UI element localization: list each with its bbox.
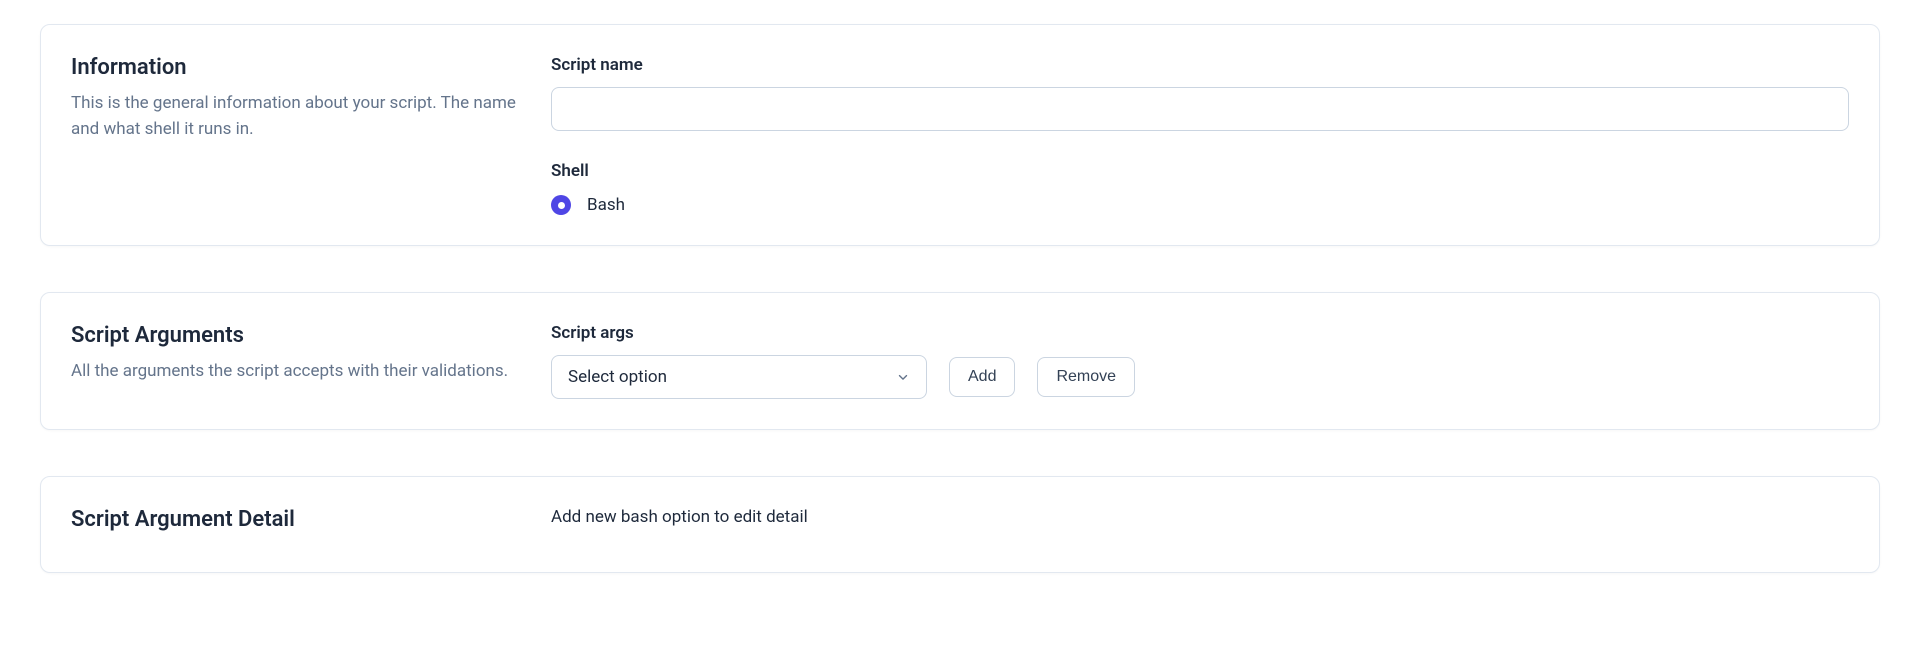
script-argument-detail-right: Add new bash option to edit detail	[551, 507, 1849, 542]
radio-selected-icon	[551, 195, 571, 215]
script-name-input[interactable]	[551, 87, 1849, 131]
information-description: This is the general information about yo…	[71, 90, 521, 143]
information-title: Information	[71, 55, 521, 80]
information-left: Information This is the general informat…	[71, 55, 521, 215]
shell-radio-row[interactable]: Bash	[551, 195, 1849, 215]
shell-option-label: Bash	[587, 195, 625, 215]
script-arguments-card: Script Arguments All the arguments the s…	[40, 292, 1880, 430]
shell-label: Shell	[551, 161, 1849, 181]
script-arguments-title: Script Arguments	[71, 323, 521, 348]
script-arguments-left: Script Arguments All the arguments the s…	[71, 323, 521, 399]
information-card: Information This is the general informat…	[40, 24, 1880, 246]
chevron-down-icon	[896, 370, 910, 384]
script-arguments-description: All the arguments the script accepts wit…	[71, 358, 521, 384]
script-name-label: Script name	[551, 55, 1849, 75]
add-button[interactable]: Add	[949, 357, 1015, 397]
script-args-label: Script args	[551, 323, 1849, 343]
script-argument-detail-message: Add new bash option to edit detail	[551, 507, 1849, 527]
information-right: Script name Shell Bash	[551, 55, 1849, 215]
select-placeholder-text: Select option	[568, 367, 667, 387]
script-args-controls: Select option Add Remove	[551, 355, 1849, 399]
script-argument-detail-title: Script Argument Detail	[71, 507, 521, 532]
remove-button[interactable]: Remove	[1037, 357, 1135, 397]
script-arguments-right: Script args Select option Add Remove	[551, 323, 1849, 399]
script-args-select[interactable]: Select option	[551, 355, 927, 399]
script-argument-detail-card: Script Argument Detail Add new bash opti…	[40, 476, 1880, 573]
script-argument-detail-left: Script Argument Detail	[71, 507, 521, 542]
